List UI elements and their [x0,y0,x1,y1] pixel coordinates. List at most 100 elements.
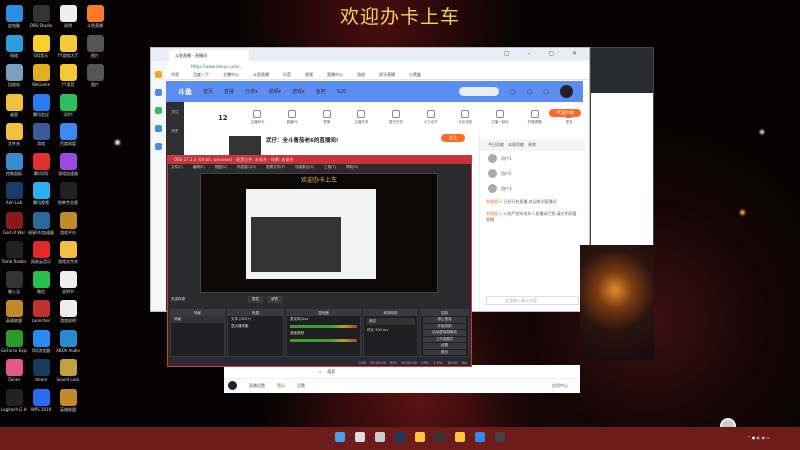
sidebar-app-icon[interactable] [155,125,162,132]
desktop-icon[interactable]: 腾讯QQ [28,152,54,177]
transition-select[interactable]: 渐变 [366,318,415,325]
desktop-icon[interactable]: Tomb Raider [1,241,27,264]
start-icon[interactable] [335,432,345,442]
control-button[interactable]: 退出 [423,349,466,355]
bookmark-item[interactable]: 主播中心 [223,72,239,78]
scene-item[interactable]: 场景 [171,316,224,323]
desktop-icon[interactable]: XBOX Audio [55,329,81,353]
bookmark-item[interactable]: 游戏 [357,72,365,78]
rank-user[interactable]: 用户2 [480,166,585,181]
tool-item[interactable]: 火力全开 [419,110,443,125]
desktop-icon[interactable]: Logitech G HUB [1,388,27,412]
address-bar[interactable]: https://www.douyu.com/... [151,61,589,71]
desktop-icon[interactable]: WPS 2019 [28,388,54,412]
menu-item[interactable]: 配置文件(P) [266,164,285,170]
desktop-icon[interactable]: 游戏 [28,123,54,147]
desktop-icon[interactable]: GeForce Experience [1,329,27,353]
duration-input[interactable]: 300 ms [375,328,388,332]
bookmark-item[interactable]: 小黑盒 [409,72,421,78]
menu-item[interactable]: 工具(T) [324,164,336,170]
bookmark-item[interactable]: 百度一下 [193,72,209,78]
desktop-icon[interactable]: OBS Studio [28,5,54,28]
steam-icon[interactable] [395,432,405,442]
desktop-icon[interactable]: 游戏加速器 [55,152,81,177]
desktop-icon[interactable]: YY语音 [55,64,81,88]
obs-icon[interactable] [435,432,445,442]
tool-item[interactable]: 主播一起玩 [488,110,512,125]
desktop-icon[interactable]: 回收站 [1,64,27,88]
search-icon[interactable] [355,432,365,442]
desktop-icon[interactable]: 图片 [82,34,108,59]
desktop-icon[interactable]: YY游戏大厅 [55,34,81,59]
desktop-icon[interactable]: 此电脑 [1,5,27,29]
bookmark-item[interactable]: 斗鱼直播 [253,72,269,78]
menu-item[interactable]: 场景集合(S) [295,164,314,170]
douyu-logo[interactable]: 斗鱼 [178,87,192,97]
browser-icon[interactable] [475,432,485,442]
search-label[interactable]: 搜索 [327,369,335,375]
chat-input[interactable]: 这里输入聊天内容 [486,296,579,305]
source-item[interactable]: 显示器采集 [228,323,283,330]
system-tray[interactable]: ⌃ ● ◐ ◉ ▭ [747,435,770,440]
desktop-icon[interactable]: Launcher [28,300,54,323]
avatar[interactable] [228,381,237,390]
filters-button[interactable]: 滤镜 [267,296,282,303]
pc-client-button[interactable]: PC客户端 [549,109,581,117]
nav-item[interactable]: 首页 [203,88,213,95]
bookmark-item[interactable]: 视频 [305,72,313,78]
livebar-item[interactable]: 设置 [297,383,305,389]
desktop-icon[interactable]: 桌面 [1,93,27,118]
control-button[interactable]: 开始录制 [423,323,466,329]
tool-item[interactable]: 星光任务 [384,110,408,125]
desktop-icon[interactable]: iTunes [1,359,27,382]
desktop-icon[interactable]: 百度网盘 [55,123,81,147]
desktop-icon[interactable]: 剪映专业版 [55,182,81,206]
sidebar-app-icon[interactable] [155,71,162,78]
properties-button[interactable]: 属性 [248,296,263,303]
desktop-icon[interactable]: 说明 [55,5,81,29]
menu-item[interactable]: 停靠窗口(D) [237,164,256,170]
download-icon[interactable]: ◯ [543,89,549,95]
user-avatar[interactable] [560,85,573,98]
bookmark-item[interactable]: 书签 [171,72,179,78]
yy-icon[interactable] [415,432,425,442]
nav-item[interactable]: 520 [337,89,347,95]
menu-item[interactable]: 文件(F) [171,164,183,170]
desktop-icon[interactable]: WeGame [28,64,54,87]
bookmark-item[interactable]: 直播中心 [327,72,343,78]
bookmark-item[interactable]: 抖音 [283,72,291,78]
url-text[interactable]: https://www.douyu.com/... [191,64,243,69]
follow-icon[interactable]: ◯ [527,89,533,95]
menu-item[interactable]: 视图(V) [215,164,227,170]
douyu-icon[interactable] [495,432,505,442]
window-controls[interactable]: ▢ – ▢ ✕ [504,50,585,57]
desktop-icon[interactable]: 输入法 [1,270,27,295]
sidebar-item-history[interactable]: 历史 [172,129,179,134]
source-item[interactable]: 文本 (GDI+) [228,316,283,323]
follow-button[interactable]: 关注 [441,134,465,142]
desktop-icon[interactable]: QQ音乐 [28,34,54,59]
control-button[interactable]: 设置 [423,343,466,349]
volume-meter[interactable] [290,339,357,342]
tool-item[interactable]: 开播提醒 [523,110,547,125]
sidebar-app-icon[interactable] [155,143,162,150]
nav-item[interactable]: 分类▾ [245,88,258,95]
desktop-icon[interactable]: 网络 [1,34,27,59]
menu-item[interactable]: 编辑(E) [193,164,205,170]
desktop-icon[interactable]: 说明书 [55,270,81,295]
history-icon[interactable]: ◯ [510,89,516,95]
menu-item[interactable]: 帮助(H) [346,164,358,170]
bookmark-item[interactable]: 虎牙直播 [379,72,395,78]
sidebar-app-icon[interactable] [155,89,162,96]
nav-item[interactable]: 直播 [224,88,234,95]
livebar-item[interactable]: 直播设置 [249,383,265,389]
tool-item[interactable]: 分区特权 [453,110,477,125]
volume-meter[interactable] [290,325,357,328]
desktop-icon[interactable]: iQIYI [55,93,81,117]
desktop-icon[interactable]: Sound Lock [55,359,81,382]
desktop-icon[interactable]: 网易UU加速器 [28,211,54,236]
nav-item[interactable]: 视频▾ [269,88,282,95]
desktop-icon[interactable]: 游戏说明 [55,300,81,324]
rank-tab[interactable]: 本周贡献 [508,142,524,148]
sidebar-item-follow[interactable]: 关注 [172,110,179,115]
